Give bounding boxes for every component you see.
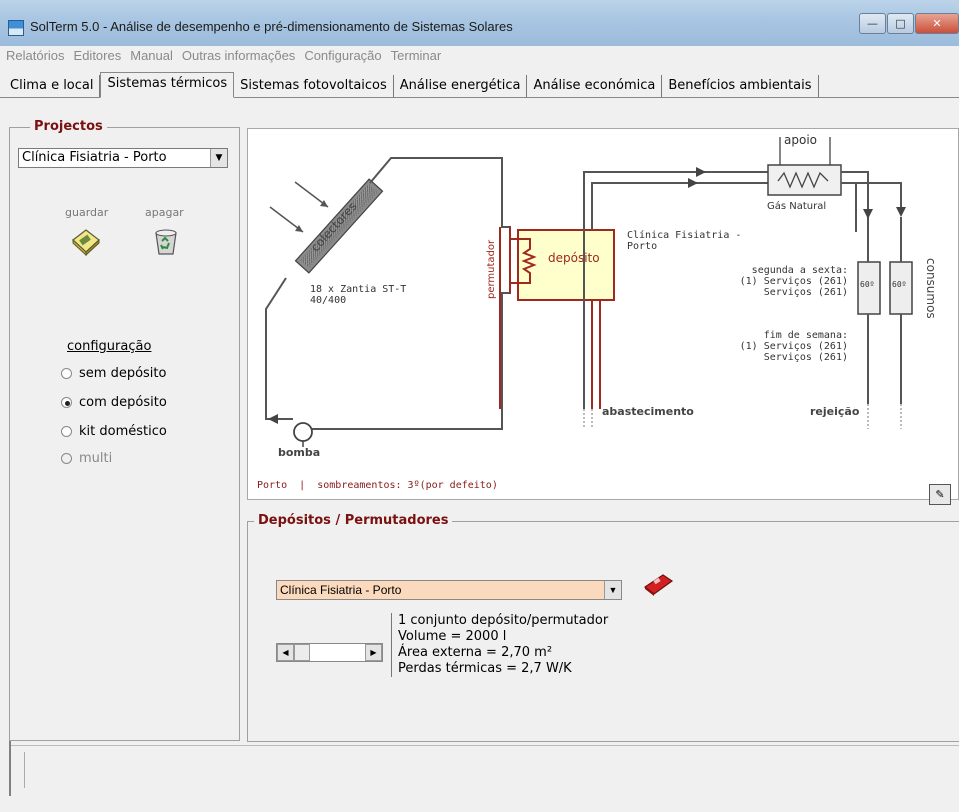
menu-item-terminar[interactable]: Terminar	[388, 46, 448, 66]
collectors-desc-1: 18 x Zantia ST-T	[310, 284, 407, 295]
pipe-consumption	[841, 171, 869, 232]
weekday-line-2: Serviços (261)	[763, 287, 848, 298]
pipe-consumption	[841, 182, 902, 209]
pump-label: bomba	[278, 446, 321, 459]
radio-com-deposito[interactable]: com depósito	[61, 395, 167, 410]
trash-icon[interactable]	[150, 226, 182, 256]
radio-button-selected[interactable]	[61, 397, 72, 408]
rejection-label: rejeição	[810, 405, 860, 418]
zoom-tool-button[interactable]: ✎	[929, 484, 951, 505]
tank-label: depósito	[548, 251, 600, 265]
weekend-title: fim de semana:	[763, 330, 848, 341]
location-label: Porto	[257, 480, 288, 491]
project-dropdown[interactable]: Clínica Fisiatria - Porto ▼	[18, 148, 228, 168]
radio-kit-domestico[interactable]: kit doméstico	[61, 424, 167, 439]
storage-dropdown-value: Clínica Fisiatria - Porto	[280, 583, 402, 597]
save-icon[interactable]	[70, 226, 102, 257]
tab-bar: Clima e local Sistemas térmicos Sistemas…	[0, 72, 959, 98]
pipe-hot	[369, 157, 511, 228]
storage-info-area: Área externa = 2,70 m²	[398, 645, 553, 660]
pipe-consumption	[841, 182, 857, 232]
title-bar: SolTerm 5.0 - Análise de desempenho e pr…	[0, 0, 959, 46]
pipe-to-backup	[591, 182, 768, 230]
radio-label: sem depósito	[79, 366, 167, 381]
arrow-icon	[696, 167, 706, 177]
tank-edit-icon[interactable]	[641, 569, 675, 597]
divider	[24, 752, 25, 788]
tab-clima-e-local[interactable]: Clima e local	[4, 75, 101, 97]
radio-label: multi	[79, 451, 113, 466]
scroll-left-icon[interactable]: ◀	[277, 644, 294, 661]
app-icon	[8, 20, 24, 36]
scroll-thumb[interactable]	[294, 644, 310, 661]
storage-dropdown[interactable]: Clínica Fisiatria - Porto ▼	[276, 580, 622, 600]
pipe-cold	[308, 292, 511, 430]
temp-2: 60º	[892, 280, 907, 289]
radio-label: kit doméstico	[79, 424, 167, 439]
tank-name-2: Porto	[627, 241, 658, 252]
temp-1: 60º	[860, 280, 875, 289]
weekend-line-1: (1) Serviços (261)	[739, 341, 848, 352]
chevron-down-icon[interactable]: ▼	[210, 149, 227, 167]
maximize-button[interactable]: □	[887, 13, 914, 34]
scroll-track[interactable]	[310, 644, 365, 661]
tab-sistemas-fotovoltaicos[interactable]: Sistemas fotovoltaicos	[234, 75, 394, 97]
project-dropdown-value: Clínica Fisiatria - Porto	[22, 150, 167, 165]
consumption-label: consumos	[924, 258, 938, 319]
arrow-icon	[688, 178, 698, 188]
menu-item-relatorios[interactable]: Relatórios	[3, 46, 71, 66]
storage-info-losses: Perdas térmicas = 2,7 W/K	[398, 661, 572, 676]
tab-beneficios-ambientais[interactable]: Benefícios ambientais	[662, 75, 819, 97]
storage-legend: Depósitos / Permutadores	[254, 513, 453, 528]
weekday-line-1: (1) Serviços (261)	[739, 276, 848, 287]
shading-label: sombreamentos: 3º(por defeito)	[317, 480, 498, 491]
supply-label: abastecimento	[602, 405, 694, 418]
radio-button[interactable]	[61, 426, 72, 437]
arrow-icon	[896, 207, 906, 217]
storage-scrollbar[interactable]: ◀ ▶	[276, 643, 383, 662]
radio-label: com depósito	[79, 395, 167, 410]
radio-sem-deposito[interactable]: sem depósito	[61, 366, 166, 381]
collectors-desc-2: 40/400	[310, 295, 347, 306]
storage-info-volume: Volume = 2000 l	[398, 629, 507, 644]
scroll-right-icon[interactable]: ▶	[365, 644, 382, 661]
chevron-down-icon[interactable]: ▼	[604, 581, 621, 599]
backup-fuel: Gás Natural	[767, 201, 827, 212]
radio-button[interactable]	[61, 368, 72, 379]
tab-analise-economica[interactable]: Análise económica	[527, 75, 663, 97]
exchanger-label: permutador	[486, 239, 497, 299]
backup-label: apoio	[784, 133, 817, 147]
weekday-title: segunda a sexta:	[751, 265, 848, 276]
menu-item-configuracao[interactable]: Configuração	[301, 46, 387, 66]
configuration-label: configuração	[67, 339, 152, 354]
system-diagram: colectores 18 x Zantia ST-T 40/400 permu…	[247, 128, 959, 500]
diagram-canvas	[265, 137, 913, 447]
separator: |	[293, 480, 312, 491]
radio-button	[61, 453, 72, 464]
tab-sistemas-termicos[interactable]: Sistemas térmicos	[100, 72, 235, 98]
radio-multi: multi	[61, 451, 112, 466]
close-button[interactable]: ✕	[915, 13, 959, 34]
tank-name-1: Clínica Fisiatria -	[627, 230, 742, 241]
menu-bar: Relatórios Editores Manual Outras inform…	[0, 46, 959, 66]
tab-analise-energetica[interactable]: Análise energética	[394, 75, 528, 97]
projects-legend: Projectos	[30, 119, 107, 134]
location-shading-info: Porto | sombreamentos: 3º(por defeito)	[257, 480, 498, 491]
storage-info-count: 1 conjunto depósito/permutador	[398, 613, 609, 628]
pipe-return	[265, 277, 293, 420]
menu-item-editores[interactable]: Editores	[71, 46, 128, 66]
menu-item-outras-informacoes[interactable]: Outras informações	[179, 46, 301, 66]
save-label: guardar	[65, 206, 109, 219]
status-area	[9, 745, 959, 812]
minimize-button[interactable]: —	[859, 13, 886, 34]
storage-info: 1 conjunto depósito/permutador Volume = …	[391, 613, 608, 677]
pipe-to-backup	[583, 171, 768, 230]
window-controls: — □ ✕	[858, 13, 959, 35]
window-title: SolTerm 5.0 - Análise de desempenho e pr…	[30, 19, 513, 34]
divider	[9, 741, 11, 796]
arrow-icon	[863, 209, 873, 219]
menu-item-manual[interactable]: Manual	[127, 46, 179, 66]
delete-label: apagar	[145, 206, 184, 219]
weekend-line-2: Serviços (261)	[763, 352, 848, 363]
